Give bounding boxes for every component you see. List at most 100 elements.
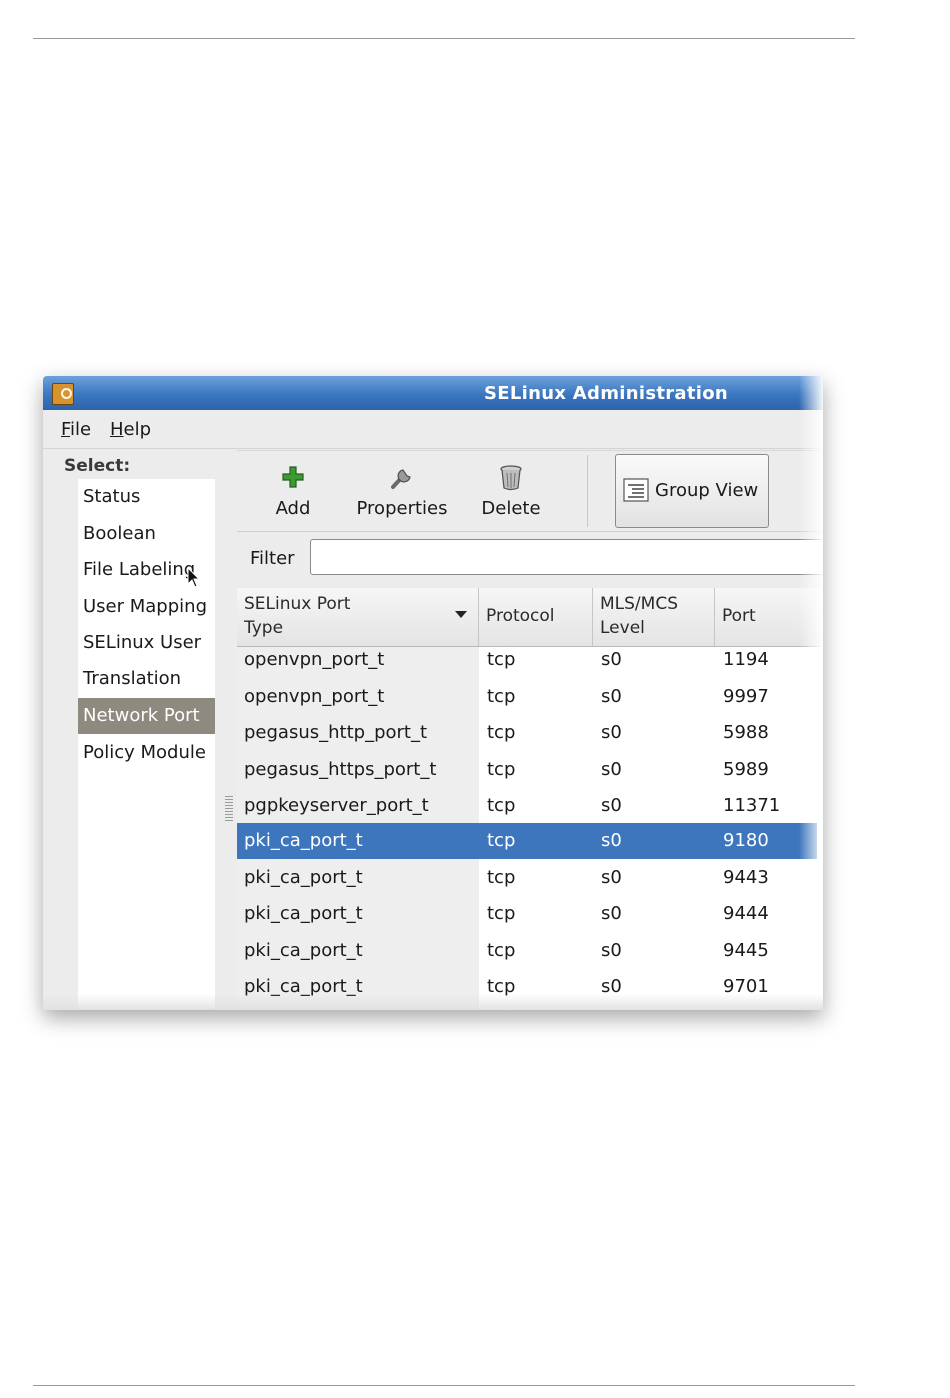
cell-port-type: pki_ca_port_t	[244, 940, 363, 961]
cell-protocol: tcp	[487, 940, 516, 961]
add-button-label: Add	[275, 498, 311, 519]
cell-port-type: openvpn_port_t	[244, 686, 385, 707]
cell-port-type: pki_ca_port_t	[244, 830, 363, 851]
cell-port-type: pki_ca_port_t	[244, 903, 363, 924]
sidebar-item-translation[interactable]: Translation	[78, 661, 215, 697]
window-title: SELinux Administration	[484, 383, 729, 404]
cell-level: s0	[601, 903, 622, 924]
cell-level: s0	[601, 649, 622, 670]
toolbar-separator	[587, 455, 588, 527]
cell-level: s0	[601, 722, 622, 743]
group-view-label: Group View	[655, 480, 759, 501]
selinux-app-icon[interactable]	[52, 383, 74, 405]
table-row[interactable]: pki_ca_port_t tcp s0 9701	[237, 969, 817, 1005]
properties-button-label: Properties	[356, 498, 448, 519]
sort-descending-icon	[455, 611, 467, 618]
sidebar-item-status[interactable]: Status	[78, 479, 215, 515]
cell-port: 5988	[723, 722, 769, 743]
cell-level: s0	[601, 976, 622, 997]
column-header-port-label: Port	[722, 606, 756, 626]
table-row[interactable]: pegasus_https_port_t tcp s0 5989	[237, 752, 823, 788]
cell-level: s0	[601, 686, 622, 707]
group-view-button[interactable]: Group View	[615, 454, 769, 528]
table-rows-lower: pki_ca_port_t tcp s0 9180 pki_ca_port_t …	[237, 823, 817, 1005]
menu-file[interactable]: File	[61, 419, 91, 440]
cell-port-type: pgpkeyserver_port_t	[244, 795, 429, 816]
column-header-port-type-line2: Type	[244, 618, 284, 638]
properties-button[interactable]: Properties	[351, 451, 453, 531]
menu-file-label: ile	[70, 419, 92, 440]
cell-protocol: tcp	[487, 686, 516, 707]
sidebar-item-user-mapping[interactable]: User Mapping	[78, 589, 215, 625]
pane-resize-grip[interactable]	[225, 796, 233, 822]
delete-button[interactable]: Delete	[475, 451, 547, 531]
cell-port-type: pki_ca_port_t	[244, 867, 363, 888]
column-header-port-type[interactable]: SELinux Port Type	[237, 588, 479, 646]
menu-help-mnemonic: H	[110, 419, 124, 440]
column-header-protocol[interactable]: Protocol	[479, 588, 593, 646]
column-header-level-line1: MLS/MCS	[600, 594, 678, 614]
delete-button-label: Delete	[481, 498, 541, 519]
cell-port: 5989	[723, 759, 769, 780]
trash-icon	[500, 465, 522, 491]
list-view-icon	[623, 478, 649, 502]
cell-port-type: openvpn_port_t	[244, 649, 385, 670]
sidebar-item-policy-module[interactable]: Policy Module	[78, 735, 215, 771]
filter-input[interactable]	[310, 539, 823, 575]
cell-port-type: pegasus_http_port_t	[244, 722, 428, 743]
title-bar[interactable]: SELinux Administration	[43, 376, 823, 410]
select-heading: Select:	[64, 456, 131, 476]
table-row-selected[interactable]: pki_ca_port_t tcp s0 9180	[237, 823, 817, 859]
cell-port-type: pegasus_https_port_t	[244, 759, 437, 780]
column-header-level[interactable]: MLS/MCS Level	[593, 588, 715, 646]
menu-help[interactable]: Help	[110, 419, 151, 440]
table-row[interactable]: pgpkeyserver_port_t tcp s0 11371	[237, 788, 823, 824]
cell-port: 11371	[723, 795, 781, 816]
top-rule	[33, 38, 855, 39]
cell-port: 9997	[723, 686, 769, 707]
cell-port: 9443	[723, 867, 769, 888]
toolbar: Add Properties Delete Group View	[237, 450, 823, 532]
table-row[interactable]: pki_ca_port_t tcp s0 9445	[237, 933, 817, 969]
bottom-rule	[33, 1385, 855, 1386]
cell-protocol: tcp	[487, 976, 516, 997]
cell-port: 9445	[723, 940, 769, 961]
sidebar-item-network-port[interactable]: Network Port	[78, 698, 215, 734]
menu-help-label: elp	[123, 419, 152, 440]
cell-port: 9444	[723, 903, 769, 924]
column-header-protocol-label: Protocol	[486, 606, 555, 626]
table-row[interactable]: openvpn_port_t tcp s0 1194	[237, 642, 823, 678]
cell-port-type: pki_ca_port_t	[244, 976, 363, 997]
cell-protocol: tcp	[487, 722, 516, 743]
cell-port: 9701	[723, 976, 769, 997]
cell-level: s0	[601, 940, 622, 961]
cell-protocol: tcp	[487, 795, 516, 816]
table-row[interactable]: pki_ca_port_t tcp s0 9443	[237, 860, 817, 896]
table-row[interactable]: pki_ca_port_t tcp s0 9444	[237, 896, 817, 932]
cell-protocol: tcp	[487, 903, 516, 924]
column-header-level-line2: Level	[600, 618, 645, 638]
wrench-icon	[391, 469, 411, 489]
table-row[interactable]: openvpn_port_t tcp s0 9997	[237, 679, 823, 715]
cell-protocol: tcp	[487, 830, 516, 851]
column-header-port[interactable]: Port	[715, 588, 823, 646]
sidebar-item-boolean[interactable]: Boolean	[78, 516, 215, 552]
cell-level: s0	[601, 830, 622, 851]
table-header: SELinux Port Type Protocol MLS/MCS Level…	[237, 588, 823, 647]
cell-port: 9180	[723, 830, 769, 851]
cell-protocol: tcp	[487, 867, 516, 888]
sidebar-nav: Status Boolean File Labeling User Mappin…	[78, 479, 215, 1009]
cell-level: s0	[601, 867, 622, 888]
add-button[interactable]: Add	[267, 451, 319, 531]
cell-protocol: tcp	[487, 759, 516, 780]
table-row[interactable]: pegasus_http_port_t tcp s0 5988	[237, 715, 823, 751]
sidebar-item-selinux-user[interactable]: SELinux User	[78, 625, 215, 661]
cell-port: 1194	[723, 649, 769, 670]
cell-protocol: tcp	[487, 649, 516, 670]
filter-label: Filter	[250, 548, 295, 569]
cell-level: s0	[601, 759, 622, 780]
mouse-pointer-icon	[187, 567, 201, 588]
column-header-port-type-line1: SELinux Port	[244, 594, 351, 614]
menu-bar: File Help	[43, 410, 823, 449]
plus-icon	[282, 466, 304, 488]
